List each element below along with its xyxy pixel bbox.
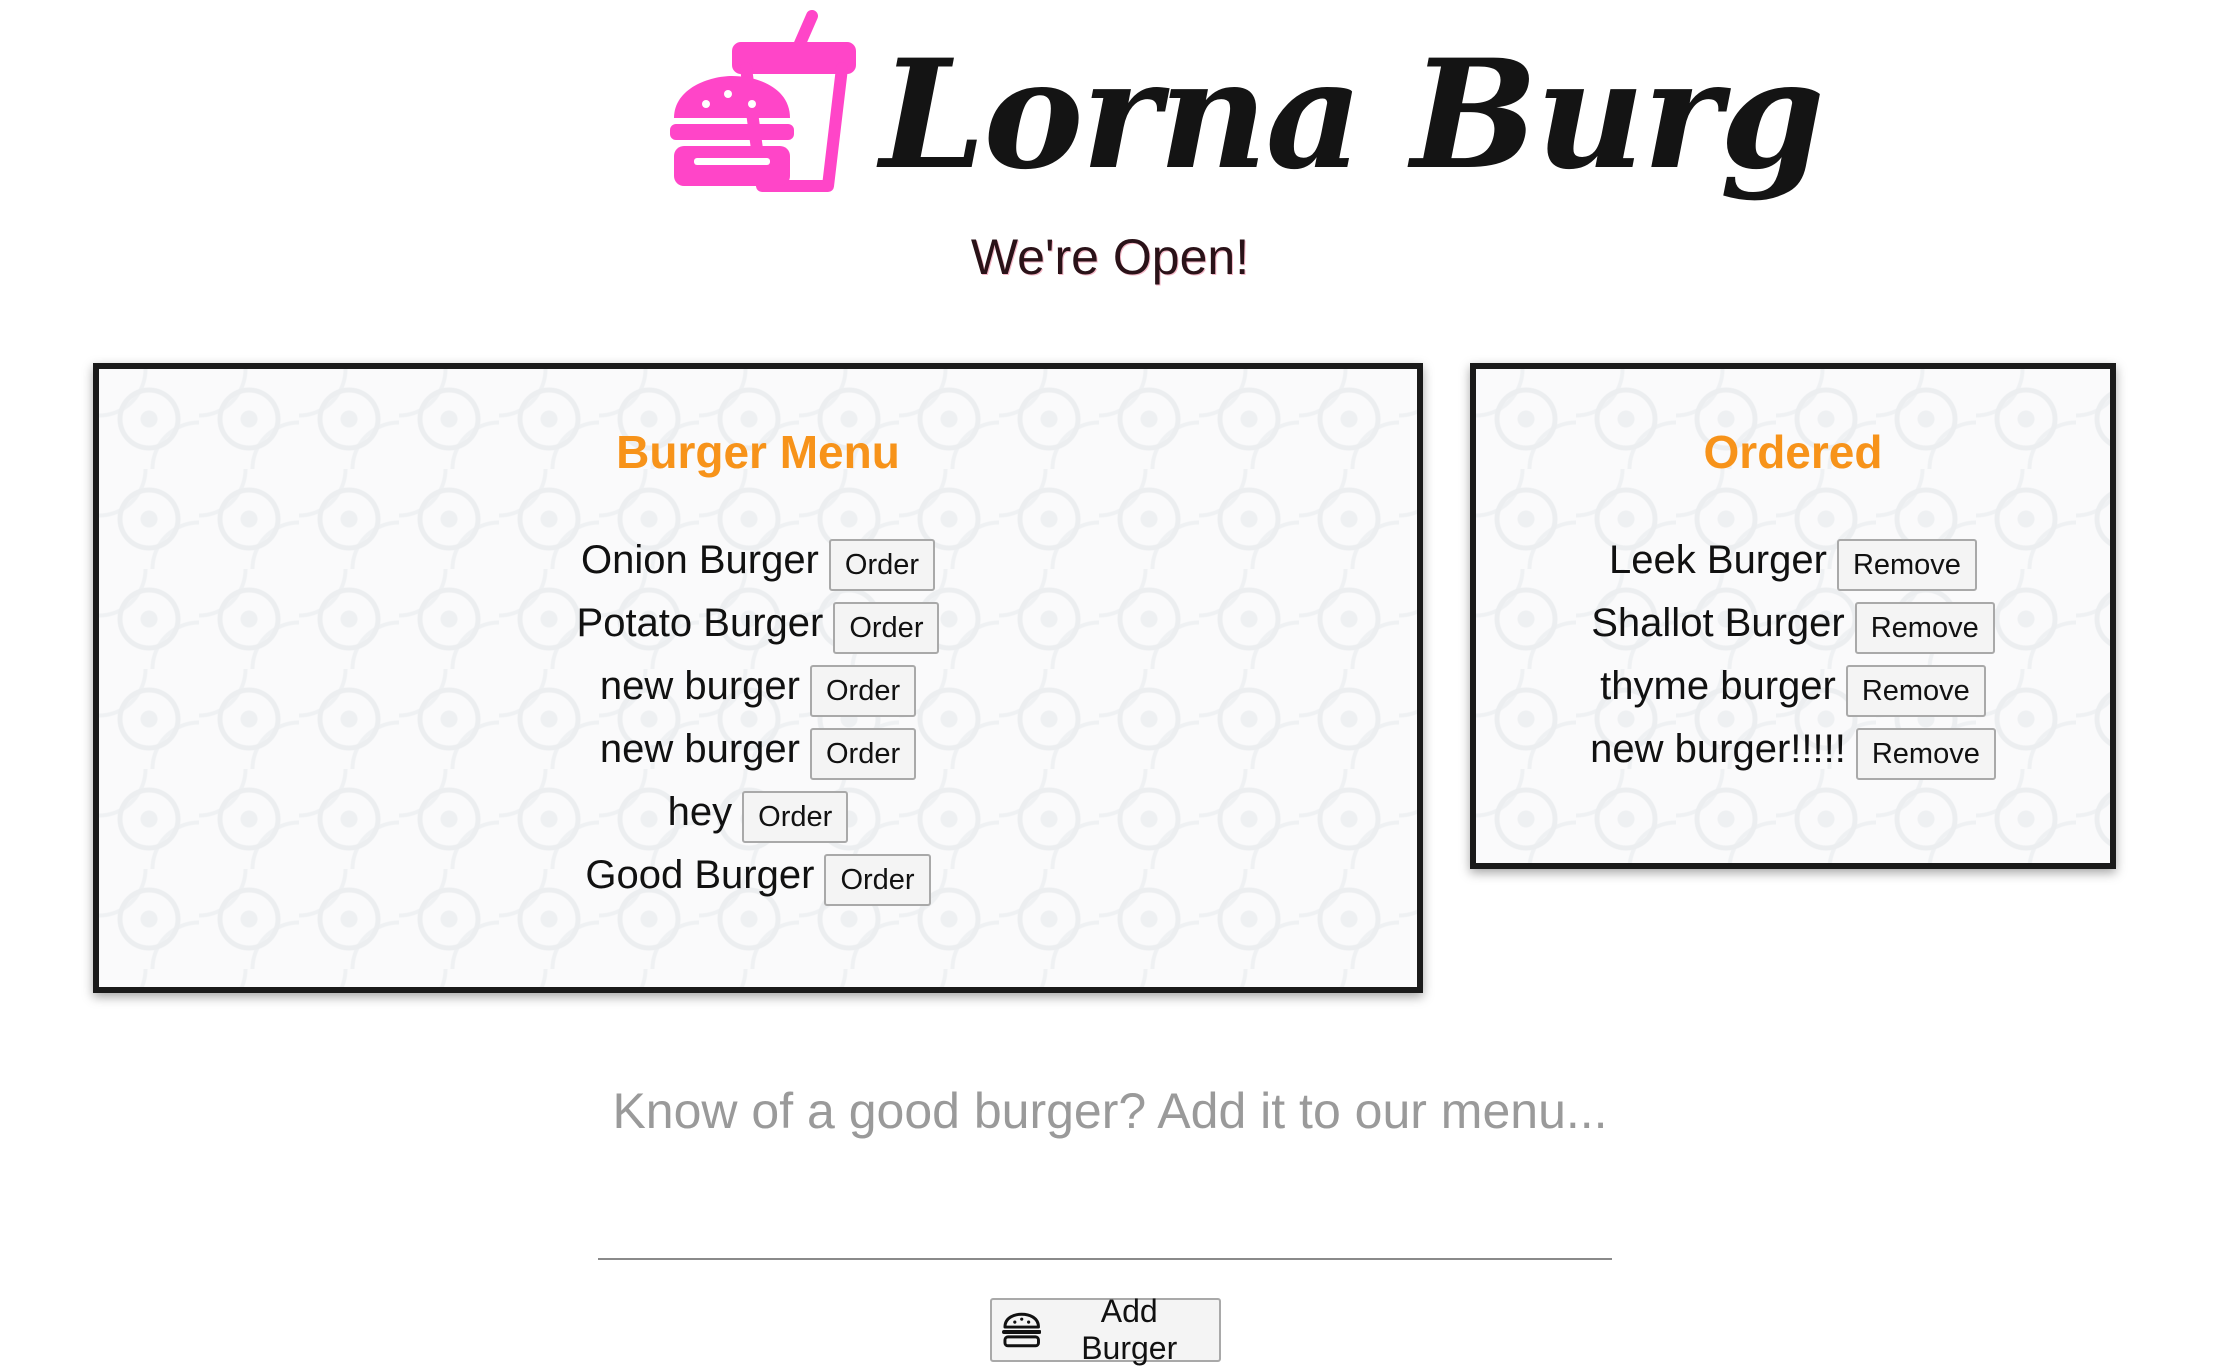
ordered-panel: Ordered Leek Burger Remove Shallot Burge… — [1470, 363, 2116, 869]
burger-icon — [1002, 1312, 1042, 1348]
order-button[interactable]: Order — [824, 853, 931, 906]
brand-name: Lorna Burg — [880, 27, 1825, 203]
remove-button[interactable]: Remove — [1836, 538, 1977, 591]
order-button[interactable]: Order — [809, 664, 917, 717]
ordered-item: new burger!!!!! Remove — [1476, 718, 2110, 781]
order-button[interactable]: Order — [828, 538, 936, 591]
menu-item: hey Order — [99, 781, 1417, 844]
ordered-item: Leek Burger Remove — [1476, 529, 2110, 592]
remove-button[interactable]: Remove — [1845, 664, 1986, 717]
add-burger-label: Add Burger — [1081, 1293, 1178, 1366]
ordered-item-name: Leek Burger — [1609, 538, 1827, 582]
menu-item-name: hey — [667, 790, 733, 834]
menu-item-name: Onion Burger — [580, 538, 819, 582]
burger-name-input[interactable] — [598, 1180, 1612, 1260]
ordered-item-name: Shallot Burger — [1591, 601, 1845, 645]
ordered-list: Leek Burger Remove Shallot Burger Remove… — [1476, 529, 2110, 781]
add-burger-button[interactable]: Add Burger — [990, 1293, 1221, 1366]
order-button[interactable]: Order — [742, 790, 849, 843]
burger-menu-list: Onion Burger Order Potato Burger Order n… — [99, 529, 1417, 907]
menu-item: new burger Order — [99, 655, 1417, 718]
menu-item: Potato Burger Order — [99, 592, 1417, 655]
remove-button[interactable]: Remove — [1854, 601, 1995, 654]
burger-menu-panel: Burger Menu Onion Burger Order Potato Bu… — [93, 363, 1423, 993]
remove-button[interactable]: Remove — [1855, 727, 1996, 780]
burger-menu-title: Burger Menu — [616, 426, 900, 478]
menu-item: Onion Burger Order — [99, 529, 1417, 592]
menu-item-name: Good Burger — [585, 853, 815, 897]
order-button[interactable]: Order — [833, 601, 940, 654]
menu-item: Good Burger Order — [99, 844, 1417, 907]
menu-item: new burger Order — [99, 718, 1417, 781]
open-status: We're Open! — [970, 229, 1250, 285]
order-button[interactable]: Order — [809, 727, 917, 780]
ordered-item-name: thyme burger — [1600, 664, 1836, 708]
burger-and-drink-icon — [670, 10, 856, 192]
ordered-item: thyme burger Remove — [1476, 655, 2110, 718]
ordered-title: Ordered — [1703, 426, 1883, 478]
page: Lorna Burg We're Open! Burger Menu Onion… — [0, 0, 2220, 1368]
menu-item-name: new burger — [599, 727, 800, 771]
ordered-item-name: new burger!!!!! — [1590, 727, 1846, 771]
ordered-item: Shallot Burger Remove — [1476, 592, 2110, 655]
add-burger-prompt: Know of a good burger? Add it to our men… — [612, 1083, 1608, 1139]
menu-item-name: new burger — [599, 664, 800, 708]
menu-item-name: Potato Burger — [576, 601, 824, 645]
